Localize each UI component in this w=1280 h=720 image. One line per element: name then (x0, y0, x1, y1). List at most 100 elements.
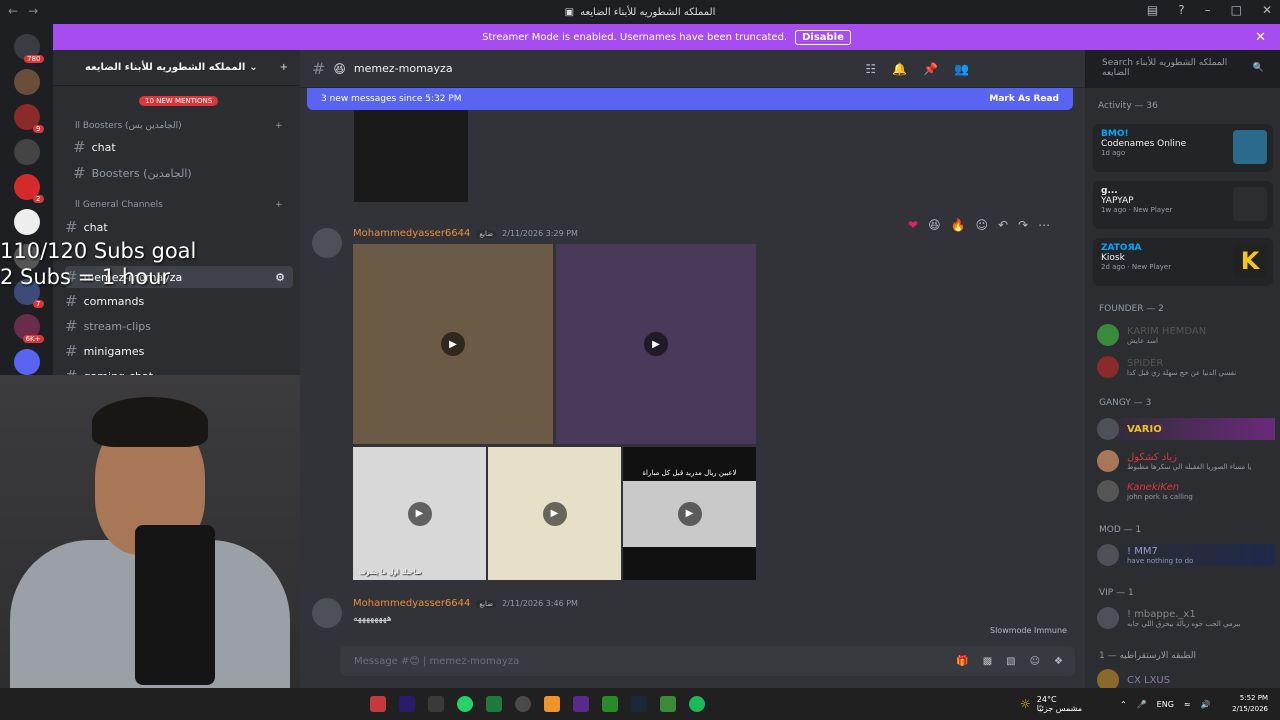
app-icon[interactable] (370, 696, 386, 712)
server-icon[interactable]: 9 (13, 104, 44, 133)
search-input[interactable]: Search المملكه الشطوريه للأبناء الضايعه … (1094, 57, 1272, 79)
chevron-up-icon[interactable]: ⌃ (1120, 700, 1127, 709)
play-icon[interactable]: ▶ (677, 501, 702, 526)
channel-label: minigames (83, 344, 145, 358)
threads-icon[interactable]: ☷ (865, 62, 876, 76)
channel-boosters-voice[interactable]: # Boosters (الجامدين) (73, 164, 192, 182)
video-attachment[interactable]: ▶ (556, 244, 756, 444)
mic-icon[interactable]: 🎤 (1137, 700, 1147, 709)
bell-icon[interactable]: 🔔 (892, 62, 907, 76)
server-header[interactable]: المملكه الشطوريه للأبناء الضايعه ⌄ + (53, 50, 300, 86)
member-item[interactable]: SPIDER نفسي الدنيا عن حج سهلة زي قبل كدا (1097, 356, 1275, 378)
category-boosters[interactable]: ll Boosters (الجامدين بس) + (75, 121, 283, 131)
pin-icon[interactable]: 📌 (923, 62, 938, 76)
server-icon[interactable] (13, 69, 40, 95)
whatsapp-icon[interactable] (457, 696, 473, 712)
play-icon[interactable]: ▶ (441, 332, 465, 356)
user-tag: ضايع (476, 599, 497, 608)
member-item[interactable]: ! mbappe._x1 بيرمي الحب جوه زبالة بيحرق ا… (1097, 607, 1275, 629)
members-icon[interactable]: 👥 (954, 62, 969, 76)
channel-minigames[interactable]: # minigames (65, 342, 144, 360)
video-attachment[interactable]: ▶ (353, 244, 553, 444)
heart-reaction-icon[interactable]: ❤ (908, 218, 918, 232)
clock[interactable]: 5:52 PM 2/15/2026 (1232, 693, 1268, 715)
language-indicator[interactable]: ENG (1157, 700, 1174, 709)
reply-icon[interactable]: ↶ (998, 218, 1008, 232)
laugh-reaction-icon[interactable]: 😆 (928, 218, 941, 232)
activity-card[interactable]: BMO! Codenames Online 1d ago (1093, 124, 1273, 172)
new-mentions-pill[interactable]: 10 NEW MENTIONS (139, 96, 219, 106)
app-icon[interactable] (544, 696, 560, 712)
play-icon[interactable]: ▶ (542, 501, 567, 526)
member-item[interactable]: KARIM HEMDAN اسد عايش (1097, 324, 1275, 346)
username[interactable]: Mohammedyasser6644 (353, 598, 470, 609)
help-icon[interactable]: ? (1178, 3, 1184, 17)
channel-boosters-chat[interactable]: # chat (73, 138, 116, 156)
channel-commands[interactable]: # commands (65, 292, 144, 310)
message-input[interactable]: Message #😊 | memez-momayza 🎁 ▩ ▧ ☺ ❖ (340, 646, 1075, 676)
weather-widget[interactable]: ☼ 24°C مشمس جزئيًا (1020, 695, 1082, 713)
inbox-icon[interactable]: ▤ (1147, 3, 1158, 17)
plus-icon[interactable]: + (275, 200, 283, 210)
activity-card[interactable]: ZATOЯA Kiosk 2d ago · New Player K (1093, 238, 1273, 286)
add-member-icon[interactable]: + (280, 62, 288, 73)
member-item[interactable]: VARIO (1097, 418, 1275, 440)
channel-stream-clips[interactable]: # stream-clips (65, 317, 151, 335)
activity-card[interactable]: g... YAPYAP 1w ago · New Player (1093, 181, 1273, 229)
video-caption: لاعبين ريال مدريد قبل كل مباراة (642, 469, 737, 477)
app-icon[interactable] (428, 696, 444, 712)
fire-reaction-icon[interactable]: 🔥 (951, 218, 966, 232)
wifi-icon[interactable]: ≈ (1184, 700, 1191, 709)
mark-as-read-button[interactable]: Mark As Read (989, 94, 1059, 104)
member-item[interactable]: ! MM7 have nothing to do (1097, 544, 1275, 566)
play-icon[interactable]: ▶ (407, 501, 432, 526)
sticker-icon[interactable]: ▧ (1006, 656, 1015, 667)
video-attachment[interactable]: ▶ صاحبك اول ما يشوف (353, 447, 486, 580)
forward-arrow-icon[interactable]: → (28, 4, 38, 18)
plus-icon[interactable]: + (275, 121, 283, 131)
close-icon[interactable]: ✕ (1262, 3, 1272, 17)
gift-icon[interactable]: 🎁 (956, 656, 968, 667)
member-name: KanekiKen (1127, 481, 1180, 493)
home-server[interactable]: 780 (13, 34, 44, 63)
category-general[interactable]: ll General Channels + (75, 200, 283, 210)
disable-button[interactable]: Disable (795, 29, 851, 45)
emoji-icon[interactable]: ☺ (1030, 656, 1040, 667)
member-item[interactable]: KanekiKen john pork is calling (1097, 480, 1275, 502)
server-icon[interactable]: 2 (13, 174, 44, 203)
server-icon[interactable]: 6K+ (13, 314, 44, 343)
video-attachment[interactable]: ▶ (488, 447, 621, 580)
new-messages-bar[interactable]: 3 new messages since 5:32 PM Mark As Rea… (307, 88, 1073, 110)
video-attachment[interactable]: لاعبين ريال مدريد قبل كل مباراة ▶ (623, 447, 756, 580)
app-icon[interactable] (660, 696, 676, 712)
obs-icon[interactable] (515, 696, 531, 712)
server-icon[interactable] (13, 209, 40, 235)
forward-icon[interactable]: ↷ (1018, 218, 1028, 232)
avatar[interactable] (312, 228, 342, 258)
excel-icon[interactable] (486, 696, 502, 712)
add-reaction-icon[interactable]: ☺ (976, 218, 989, 232)
apps-icon[interactable]: ❖ (1054, 656, 1063, 667)
server-icon[interactable] (13, 349, 40, 375)
channel-chat[interactable]: # chat (65, 218, 108, 236)
play-icon[interactable]: ▶ (644, 332, 668, 356)
spotify-icon[interactable] (689, 696, 705, 712)
gif-icon[interactable]: ▩ (983, 656, 992, 667)
steam-icon[interactable] (631, 696, 647, 712)
server-icon[interactable] (13, 139, 40, 165)
avatar[interactable] (312, 598, 342, 628)
close-banner-icon[interactable]: ✕ (1255, 30, 1266, 45)
username[interactable]: Mohammedyasser6644 (353, 228, 470, 239)
maximize-icon[interactable]: □ (1231, 3, 1242, 17)
more-icon[interactable]: ⋯ (1038, 218, 1050, 232)
minimize-icon[interactable]: – (1205, 3, 1211, 17)
back-arrow-icon[interactable]: ← (8, 4, 18, 18)
app-icon[interactable] (573, 696, 589, 712)
member-item[interactable]: زياد كشكول يا مساء الصوريا الفقيله الي سك… (1097, 450, 1275, 472)
minecraft-icon[interactable] (602, 696, 618, 712)
volume-icon[interactable]: 🔊 (1201, 700, 1211, 709)
previous-image[interactable] (354, 110, 468, 202)
settings-icon[interactable]: ⚙ (275, 271, 285, 284)
premiere-icon[interactable] (399, 696, 415, 712)
system-tray: ⌃ 🎤 ENG ≈ 🔊 (1120, 700, 1211, 709)
